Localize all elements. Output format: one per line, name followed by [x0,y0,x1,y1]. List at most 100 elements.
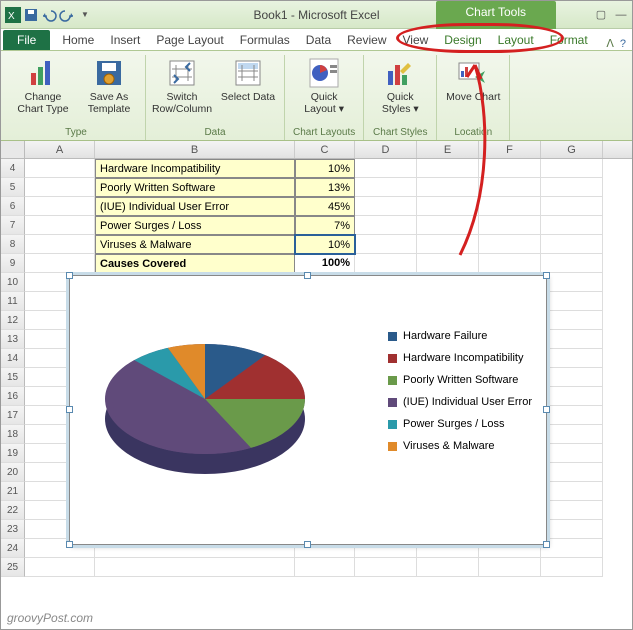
row-header[interactable]: 8 [1,235,25,254]
move-chart-button[interactable]: Move Chart [445,55,501,103]
cell[interactable] [541,406,603,425]
cell[interactable]: Causes Covered [95,254,295,273]
cell[interactable] [541,444,603,463]
cell[interactable] [541,463,603,482]
cell[interactable]: Hardware Incompatibility [95,159,295,178]
cell[interactable] [355,178,417,197]
tab-insert[interactable]: Insert [102,30,148,50]
cell[interactable] [541,273,603,292]
cell[interactable]: 45% [295,197,355,216]
row-header[interactable]: 13 [1,330,25,349]
cell[interactable] [25,558,95,577]
cell[interactable]: Power Surges / Loss [95,216,295,235]
cell[interactable] [25,235,95,254]
cell[interactable] [417,197,479,216]
select-data-button[interactable]: Select Data [220,55,276,115]
cell[interactable] [355,159,417,178]
resize-handle[interactable] [543,272,550,279]
cell[interactable] [417,178,479,197]
quick-styles-button[interactable]: Quick Styles ▾ [372,55,428,115]
resize-handle[interactable] [543,406,550,413]
cell[interactable] [541,501,603,520]
cell[interactable] [541,482,603,501]
resize-handle[interactable] [66,541,73,548]
cell[interactable] [541,349,603,368]
row-header[interactable]: 15 [1,368,25,387]
row-header[interactable]: 21 [1,482,25,501]
cell[interactable] [417,159,479,178]
row-header[interactable]: 17 [1,406,25,425]
row-header[interactable]: 18 [1,425,25,444]
cell[interactable] [25,197,95,216]
row-header[interactable]: 23 [1,520,25,539]
cell[interactable] [479,159,541,178]
qat-dropdown-icon[interactable]: ▼ [77,7,93,23]
cell[interactable] [355,216,417,235]
cell[interactable] [25,254,95,273]
col-header-E[interactable]: E [417,141,479,158]
row-header[interactable]: 19 [1,444,25,463]
row-header[interactable]: 4 [1,159,25,178]
cell[interactable] [541,425,603,444]
cell[interactable] [25,178,95,197]
cell[interactable] [479,558,541,577]
cell[interactable] [417,558,479,577]
cell[interactable] [541,197,603,216]
change-chart-type-button[interactable]: Change Chart Type [15,55,71,115]
row-header[interactable]: 12 [1,311,25,330]
switch-row-col-button[interactable]: Switch Row/Column [154,55,210,115]
cell[interactable] [95,558,295,577]
tab-layout[interactable]: Layout [490,30,542,50]
quick-layout-button[interactable]: Quick Layout ▾ [296,55,352,115]
cell[interactable]: Poorly Written Software [95,178,295,197]
cell[interactable] [479,235,541,254]
minimize-ribbon-icon[interactable]: ▢ [594,8,608,22]
undo-icon[interactable] [41,7,57,23]
row-header[interactable]: 16 [1,387,25,406]
tab-formulas[interactable]: Formulas [232,30,298,50]
cell[interactable] [541,292,603,311]
cell[interactable] [541,539,603,558]
row-header[interactable]: 10 [1,273,25,292]
cell[interactable]: 10% [295,235,355,254]
col-header-B[interactable]: B [95,141,295,158]
col-header-F[interactable]: F [479,141,541,158]
row-header[interactable]: 6 [1,197,25,216]
cell[interactable]: 10% [295,159,355,178]
cell[interactable] [541,216,603,235]
help-icon[interactable]: ? [620,38,626,50]
cell[interactable]: 7% [295,216,355,235]
cell[interactable] [541,311,603,330]
row-header[interactable]: 22 [1,501,25,520]
cell[interactable] [541,235,603,254]
row-header[interactable]: 5 [1,178,25,197]
row-header[interactable]: 20 [1,463,25,482]
col-header-G[interactable]: G [541,141,603,158]
resize-handle[interactable] [66,272,73,279]
resize-handle[interactable] [66,406,73,413]
cell[interactable] [541,387,603,406]
col-header-D[interactable]: D [355,141,417,158]
cell[interactable] [355,235,417,254]
cell[interactable]: (IUE) Individual User Error [95,197,295,216]
cell[interactable]: 13% [295,178,355,197]
row-header[interactable]: 14 [1,349,25,368]
cell[interactable] [25,159,95,178]
cell[interactable] [355,197,417,216]
cell[interactable]: 100% [295,254,355,273]
tab-view[interactable]: View [395,30,437,50]
resize-handle[interactable] [304,272,311,279]
cell[interactable] [355,254,417,273]
cell[interactable] [541,520,603,539]
col-header-A[interactable]: A [25,141,95,158]
tab-review[interactable]: Review [339,30,394,50]
cell[interactable] [295,558,355,577]
tab-format[interactable]: Format [542,30,596,50]
cell[interactable] [479,197,541,216]
resize-handle[interactable] [543,541,550,548]
cell[interactable] [541,330,603,349]
row-header[interactable]: 9 [1,254,25,273]
row-header[interactable]: 24 [1,539,25,558]
tab-design[interactable]: Design [436,30,489,50]
select-all-cell[interactable] [1,141,25,158]
